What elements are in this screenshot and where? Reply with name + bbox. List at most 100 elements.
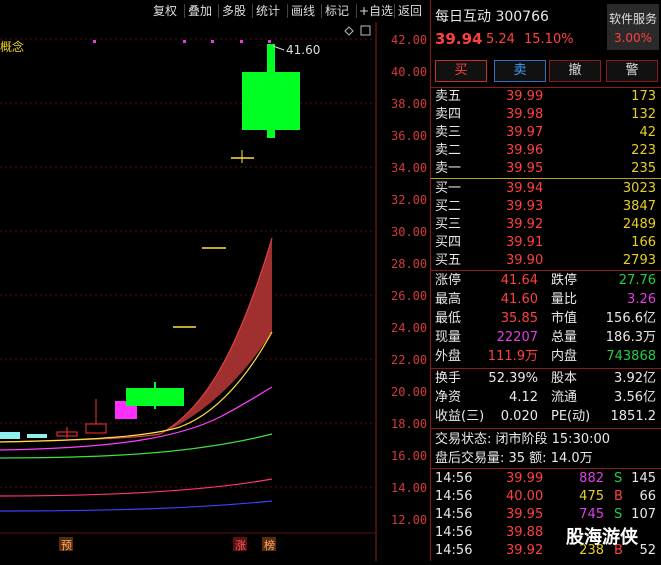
alert-button[interactable]: 警 — [606, 60, 658, 82]
svg-text:40.00: 40.00 — [391, 65, 427, 79]
candle — [0, 432, 20, 439]
price-change: 5.24 — [486, 32, 515, 47]
toolbar-overlay-button[interactable]: 叠加 — [185, 3, 215, 19]
stat-value: 52.39% — [488, 371, 538, 386]
stock-code: 300766 — [495, 9, 549, 25]
ask-price: 39.99 — [506, 89, 544, 104]
ask-price: 39.96 — [506, 143, 544, 158]
ask-row: 卖四 39.98 132 — [431, 106, 661, 124]
bid-label: 买五 — [435, 253, 462, 268]
sector-box[interactable]: 软件服务 3.00% — [607, 4, 659, 50]
kline-chart-svg: 41.60 42.00 40.00 38.00 36.00 34.00 32.0… — [0, 22, 427, 561]
stat-value: 22207 — [496, 330, 538, 345]
toolbar-multi-stock-button[interactable]: 多股 — [219, 3, 249, 19]
bid-label: 买一 — [435, 181, 462, 196]
stock-title: 每日互动 300766 — [435, 6, 549, 26]
tick-volume: 882 — [579, 471, 604, 486]
bid-price: 39.93 — [506, 199, 544, 214]
stat-label: 净资 — [435, 390, 462, 405]
stock-name: 每日互动 — [435, 9, 491, 25]
stats-row: 现量 22207 总量 186.3万 — [431, 329, 661, 347]
svg-text:42.00: 42.00 — [391, 33, 427, 47]
stat-value: 1851.2 — [610, 409, 657, 424]
toolbar-add-watchlist-button[interactable]: +自选 — [356, 3, 396, 19]
tick-time: 14:56 — [435, 507, 473, 522]
bottom-marker-limit: 涨 — [235, 539, 246, 552]
bid-label: 买二 — [435, 199, 462, 214]
svg-text:16.00: 16.00 — [391, 449, 427, 463]
tick-price: 39.99 — [506, 471, 544, 486]
ask-volume: 132 — [631, 107, 656, 122]
tick-price: 39.92 — [506, 543, 544, 558]
candle — [85, 423, 107, 434]
svg-text:38.00: 38.00 — [391, 97, 427, 111]
ask-row: 卖五 39.99 173 — [431, 88, 661, 106]
buy-button[interactable]: 买 — [435, 60, 487, 82]
ask-volume: 42 — [639, 125, 656, 140]
svg-text:32.00: 32.00 — [391, 193, 427, 207]
bid-volume: 2489 — [622, 217, 656, 232]
bid-volume: 3023 — [622, 181, 656, 196]
stats-row: 收益(三) 0.020 PE(动) 1851.2 — [431, 408, 661, 426]
stat-label: 最高 — [435, 292, 462, 307]
bid-row: 买三 39.92 2489 — [431, 216, 661, 234]
tick-count: 66 — [639, 489, 656, 504]
svg-text:14.00: 14.00 — [391, 481, 427, 495]
stat-label: 跌停 — [551, 273, 578, 288]
tick-time: 14:56 — [435, 525, 473, 540]
stat-value: 4.12 — [509, 390, 538, 405]
stat-value: 0.020 — [500, 409, 538, 424]
tick-price: 40.00 — [506, 489, 544, 504]
cancel-order-button[interactable]: 撤 — [549, 60, 601, 82]
candle — [27, 434, 47, 438]
tick-count: 107 — [631, 507, 656, 522]
tick-time: 14:56 — [435, 543, 473, 558]
current-price: 39.94 — [435, 30, 483, 48]
bid-volume: 2793 — [622, 253, 656, 268]
stats-row: 最低 35.85 市值 156.6亿 — [431, 310, 661, 328]
stat-label: 现量 — [435, 330, 462, 345]
ask-label: 卖五 — [435, 89, 462, 104]
stat-value: 111.9万 — [487, 349, 538, 364]
toolbar-mark-button[interactable]: 标记 — [322, 3, 352, 19]
stats-row: 涨停 41.64 跌停 27.76 — [431, 272, 661, 290]
svg-text:18.00: 18.00 — [391, 417, 427, 431]
stat-value: 27.76 — [618, 273, 656, 288]
ask-label: 卖二 — [435, 143, 462, 158]
stat-value: 3.56亿 — [614, 390, 656, 405]
toolbar-fuquan-button[interactable]: 复权 — [150, 3, 180, 19]
stats-row: 净资 4.12 流通 3.56亿 — [431, 389, 661, 407]
chart-toolbar: 复权 叠加 多股 统计 画线 标记 +自选 返回 — [0, 0, 430, 22]
ask-row: 卖三 39.97 42 — [431, 124, 661, 142]
tick-side: S — [614, 507, 623, 522]
sell-button[interactable]: 卖 — [494, 60, 546, 82]
candle — [242, 72, 300, 130]
tick-row: 14:56 39.99 882 S 145 — [431, 470, 661, 488]
svg-text:28.00: 28.00 — [391, 257, 427, 271]
svg-text:12.00: 12.00 — [391, 513, 427, 527]
kline-chart[interactable]: 41.60 42.00 40.00 38.00 36.00 34.00 32.0… — [0, 22, 430, 561]
tick-side: B — [614, 489, 623, 504]
ask-volume: 223 — [631, 143, 656, 158]
svg-text:34.00: 34.00 — [391, 161, 427, 175]
toolbar-statistics-button[interactable]: 统计 — [253, 3, 283, 19]
stats-row: 换手 52.39% 股本 3.92亿 — [431, 370, 661, 388]
square-icon — [360, 25, 371, 36]
bid-price: 39.94 — [506, 181, 544, 196]
bid-label: 买三 — [435, 217, 462, 232]
after-hours-volume: 盘后交易量: 35 额: 14.0万 — [435, 451, 593, 466]
svg-text:24.00: 24.00 — [391, 321, 427, 335]
tick-side: S — [614, 471, 623, 486]
stat-label: 换手 — [435, 371, 462, 386]
svg-text:22.00: 22.00 — [391, 353, 427, 367]
stat-label: 股本 — [551, 371, 578, 386]
svg-text:30.00: 30.00 — [391, 225, 427, 239]
stat-label: 涨停 — [435, 273, 462, 288]
svg-text:26.00: 26.00 — [391, 289, 427, 303]
toolbar-draw-line-button[interactable]: 画线 — [288, 3, 318, 19]
ask-label: 卖一 — [435, 161, 462, 176]
ask-label: 卖三 — [435, 125, 462, 140]
ask-row: 卖一 39.95 235 — [431, 160, 661, 178]
stat-label: 量比 — [551, 292, 578, 307]
toolbar-back-button[interactable]: 返回 — [395, 3, 425, 19]
